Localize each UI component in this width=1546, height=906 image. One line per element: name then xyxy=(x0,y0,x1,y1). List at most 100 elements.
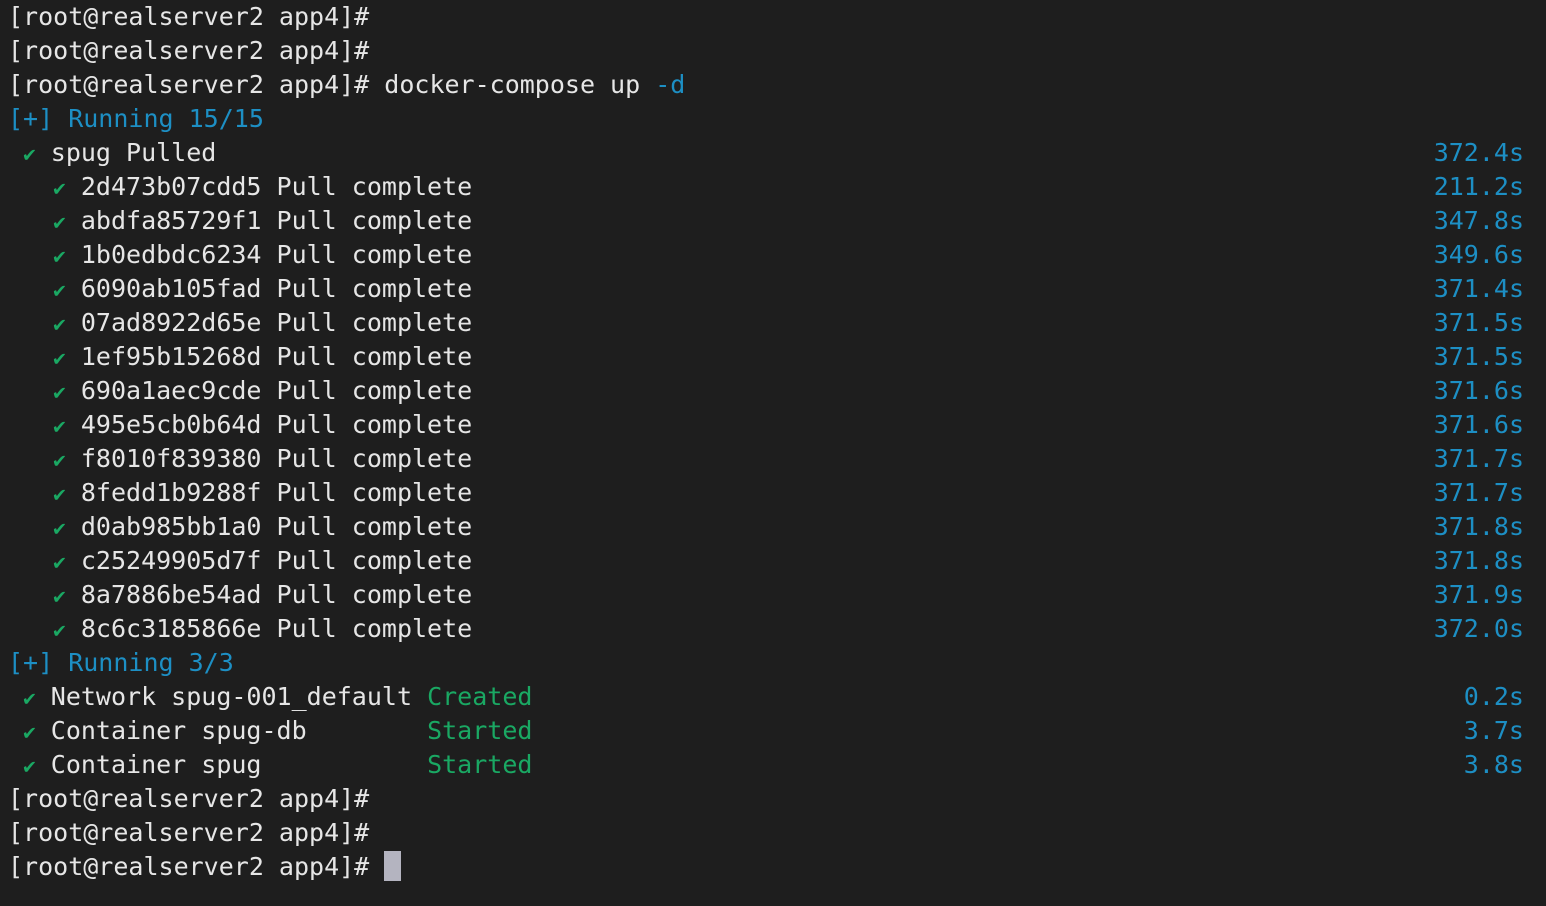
elapsed-time: 371.5s xyxy=(1433,308,1524,337)
check-icon: ✔ xyxy=(53,244,66,268)
shell-command: docker-compose up xyxy=(369,70,641,99)
text-cursor xyxy=(384,851,402,881)
pull-layer-label: spug Pulled xyxy=(35,138,217,167)
check-icon: ✔ xyxy=(53,414,66,438)
row-indent xyxy=(8,546,53,575)
shell-prompt: [root@realserver2 app4]# xyxy=(8,852,370,881)
elapsed-time: 3.7s xyxy=(1463,716,1524,745)
compose-pull-row: ✔ d0ab985bb1a0 Pull complete 371.8s xyxy=(0,510,1546,544)
elapsed-time: 372.4s xyxy=(1433,138,1524,167)
compose-pull-row: ✔ c25249905d7f Pull complete 371.8s xyxy=(0,544,1546,578)
row-indent xyxy=(8,614,53,643)
compose-running-header: [+] Running 3/3 xyxy=(0,646,1546,680)
check-icon: ✔ xyxy=(53,618,66,642)
terminal-prompt-line: [root@realserver2 app4]# xyxy=(0,0,1546,34)
check-icon: ✔ xyxy=(53,312,66,336)
check-icon: ✔ xyxy=(23,142,36,166)
running-status-text: [+] Running 3/3 xyxy=(8,648,234,677)
elapsed-time: 371.8s xyxy=(1433,546,1524,575)
compose-pull-row: ✔ 690a1aec9cde Pull complete 371.6s xyxy=(0,374,1546,408)
check-icon: ✔ xyxy=(53,380,66,404)
check-icon: ✔ xyxy=(23,720,36,744)
check-icon: ✔ xyxy=(23,754,36,778)
pull-layer-label: 8fedd1b9288f Pull complete xyxy=(65,478,473,507)
elapsed-time: 371.7s xyxy=(1433,478,1524,507)
compose-pull-row: ✔ abdfa85729f1 Pull complete 347.8s xyxy=(0,204,1546,238)
pull-layer-label: 1ef95b15268d Pull complete xyxy=(65,342,473,371)
check-icon: ✔ xyxy=(53,210,66,234)
compose-resource-row: ✔ Network spug-001_default Created 0.2s xyxy=(0,680,1546,714)
elapsed-time: 371.5s xyxy=(1433,342,1524,371)
compose-pull-row: ✔ f8010f839380 Pull complete 371.7s xyxy=(0,442,1546,476)
resource-label: Container spug-db xyxy=(35,716,307,745)
shell-prompt: [root@realserver2 app4]# xyxy=(8,70,370,99)
row-indent xyxy=(8,240,53,269)
elapsed-time: 371.8s xyxy=(1433,512,1524,541)
shell-command xyxy=(369,852,384,881)
pull-layer-label: 1b0edbdc6234 Pull complete xyxy=(65,240,473,269)
row-indent xyxy=(8,342,53,371)
elapsed-time: 371.6s xyxy=(1433,410,1524,439)
row-indent xyxy=(8,580,53,609)
row-indent xyxy=(8,138,23,167)
shell-prompt: [root@realserver2 app4]# xyxy=(8,784,370,813)
pull-layer-label: d0ab985bb1a0 Pull complete xyxy=(65,512,473,541)
pull-layer-label: 8c6c3185866e Pull complete xyxy=(65,614,473,643)
check-icon: ✔ xyxy=(53,448,66,472)
compose-pull-row: ✔ 6090ab105fad Pull complete 371.4s xyxy=(0,272,1546,306)
shell-prompt: [root@realserver2 app4]# xyxy=(8,818,370,847)
row-indent xyxy=(8,308,53,337)
terminal-window[interactable]: [root@realserver2 app4]# [root@realserver… xyxy=(0,0,1546,906)
elapsed-time: 347.8s xyxy=(1433,206,1524,235)
resource-label: Network spug-001_default xyxy=(35,682,413,711)
row-indent xyxy=(8,716,23,745)
row-indent xyxy=(8,206,53,235)
row-indent xyxy=(8,444,53,473)
pull-layer-label: 8a7886be54ad Pull complete xyxy=(65,580,473,609)
elapsed-time: 372.0s xyxy=(1433,614,1524,643)
elapsed-time: 371.6s xyxy=(1433,376,1524,405)
pull-layer-label: 495e5cb0b64d Pull complete xyxy=(65,410,473,439)
elapsed-time: 371.4s xyxy=(1433,274,1524,303)
running-status-text: [+] Running 15/15 xyxy=(8,104,264,133)
row-indent xyxy=(8,512,53,541)
row-indent xyxy=(8,410,53,439)
shell-prompt: [root@realserver2 app4]# xyxy=(8,2,370,31)
elapsed-time: 211.2s xyxy=(1433,172,1524,201)
row-indent xyxy=(8,376,53,405)
check-icon: ✔ xyxy=(23,686,36,710)
terminal-prompt-line: [root@realserver2 app4]# xyxy=(0,850,1546,884)
pull-layer-label: abdfa85729f1 Pull complete xyxy=(65,206,473,235)
terminal-prompt-line: [root@realserver2 app4]# docker-compose … xyxy=(0,68,1546,102)
row-indent xyxy=(8,682,23,711)
check-icon: ✔ xyxy=(53,516,66,540)
compose-pull-row: ✔ 8fedd1b9288f Pull complete 371.7s xyxy=(0,476,1546,510)
pull-layer-label: 6090ab105fad Pull complete xyxy=(65,274,473,303)
terminal-prompt-line: [root@realserver2 app4]# xyxy=(0,816,1546,850)
compose-pull-row: ✔ 495e5cb0b64d Pull complete 371.6s xyxy=(0,408,1546,442)
pull-layer-label: 07ad8922d65e Pull complete xyxy=(65,308,473,337)
check-icon: ✔ xyxy=(53,278,66,302)
pull-layer-label: 2d473b07cdd5 Pull complete xyxy=(65,172,473,201)
row-indent xyxy=(8,172,53,201)
check-icon: ✔ xyxy=(53,584,66,608)
pull-layer-label: f8010f839380 Pull complete xyxy=(65,444,473,473)
elapsed-time: 3.8s xyxy=(1463,750,1524,779)
row-indent xyxy=(8,274,53,303)
elapsed-time: 371.7s xyxy=(1433,444,1524,473)
compose-pull-row: ✔ 2d473b07cdd5 Pull complete 211.2s xyxy=(0,170,1546,204)
shell-command-flag: -d xyxy=(640,70,686,99)
terminal-prompt-line: [root@realserver2 app4]# xyxy=(0,782,1546,816)
compose-pull-row: ✔ 07ad8922d65e Pull complete 371.5s xyxy=(0,306,1546,340)
resource-status: Created xyxy=(412,682,533,711)
compose-resource-row: ✔ Container spug-db Started 3.7s xyxy=(0,714,1546,748)
resource-status: Started xyxy=(306,716,533,745)
check-icon: ✔ xyxy=(53,550,66,574)
row-indent xyxy=(8,750,23,779)
elapsed-time: 349.6s xyxy=(1433,240,1524,269)
compose-pull-row: ✔ 1b0edbdc6234 Pull complete 349.6s xyxy=(0,238,1546,272)
check-icon: ✔ xyxy=(53,346,66,370)
compose-pull-row: ✔ spug Pulled 372.4s xyxy=(0,136,1546,170)
compose-pull-row: ✔ 8a7886be54ad Pull complete 371.9s xyxy=(0,578,1546,612)
compose-resource-row: ✔ Container spug Started 3.8s xyxy=(0,748,1546,782)
